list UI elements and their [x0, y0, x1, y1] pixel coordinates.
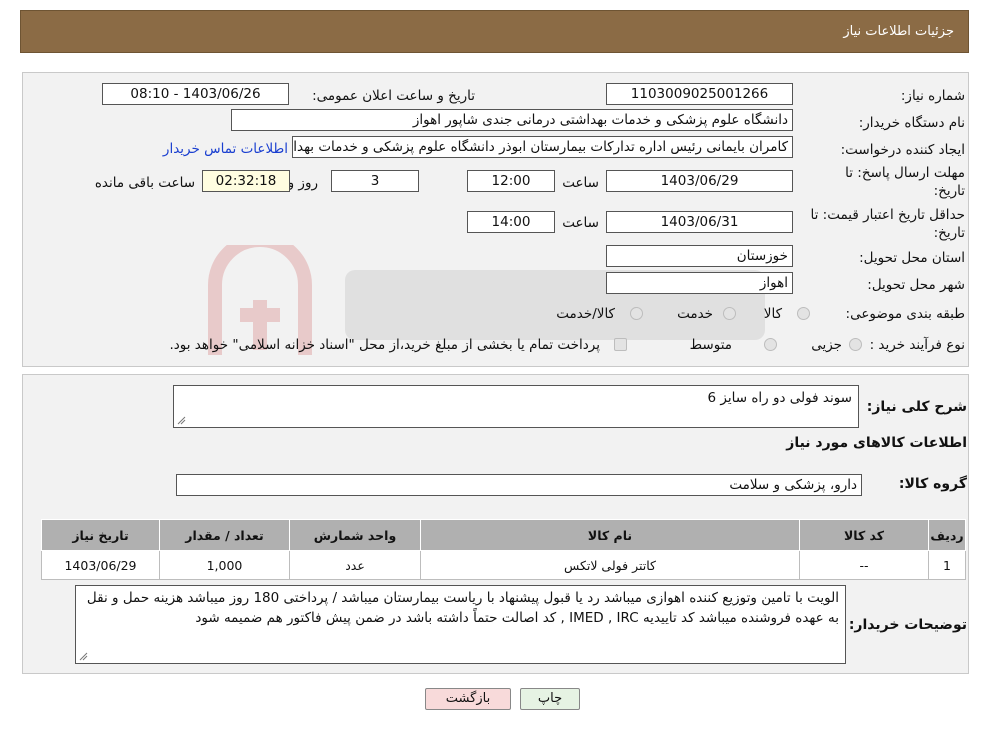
- col-row: ردیف: [928, 519, 966, 551]
- col-code: کد کالا: [799, 519, 929, 551]
- deadline-label: مهلت ارسال پاسخ: تا: [845, 165, 965, 181]
- remaining-time-field: 02:32:18: [202, 170, 290, 192]
- need-number-field: 1103009025001266: [606, 83, 793, 105]
- table-row: 1 -- کاتتر فولی لاتکس عدد 1,000 1403/06/…: [41, 550, 966, 580]
- deadline-date-field: 1403/06/29: [606, 170, 793, 192]
- treasury-checkbox[interactable]: [614, 338, 627, 351]
- resize-grip-icon[interactable]: [177, 416, 186, 425]
- goods-group-field: دارو، پزشکی و سلامت: [176, 474, 862, 496]
- summary-label: شرح کلی نیاز:: [866, 399, 967, 415]
- days-remaining-field: 3: [331, 170, 419, 192]
- page-title: جزئیات اطلاعات نیاز: [843, 24, 954, 39]
- creator-field: کامران بایمانی رئیس اداره تدارکات بیمارس…: [292, 136, 793, 158]
- process-medium-label: متوسط: [689, 337, 732, 353]
- category-goods-service-label: کالا/خدمت: [556, 306, 615, 322]
- cell-name: کاتتر فولی لاتکس: [420, 550, 800, 580]
- process-minor-label: جزیی: [811, 337, 842, 353]
- buyer-contact-link[interactable]: اطلاعات تماس خریدار: [163, 141, 288, 157]
- cell-unit: عدد: [289, 550, 421, 580]
- days-word-label: روز و: [287, 175, 318, 191]
- creator-label: ایجاد کننده درخواست:: [840, 142, 965, 158]
- process-label: نوع فرآیند خرید :: [869, 337, 965, 353]
- resize-grip-icon[interactable]: [79, 652, 88, 661]
- process-note: پرداخت تمام یا بخشی از مبلغ خرید،از محل …: [169, 337, 600, 353]
- col-date: تاریخ نیاز: [41, 519, 160, 551]
- page-header: جزئیات اطلاعات نیاز: [20, 10, 969, 53]
- validity-label-2: تاریخ:: [933, 225, 965, 241]
- province-field: خوزستان: [606, 245, 793, 267]
- city-label: شهر محل تحویل:: [867, 277, 965, 293]
- goods-group-label: گروه کالا:: [898, 476, 967, 492]
- validity-date-field: 1403/06/31: [606, 211, 793, 233]
- category-goods-service-radio[interactable]: [630, 307, 643, 320]
- cell-code: --: [799, 550, 929, 580]
- buyer-notes-field: الویت با تامین وتوزیع کننده اهوازی میباش…: [75, 585, 846, 664]
- validity-label: حداقل تاریخ اعتبار قیمت: تا: [810, 207, 965, 223]
- cell-qty: 1,000: [159, 550, 290, 580]
- need-number-label: شماره نیاز:: [900, 88, 965, 104]
- goods-table: ردیف کد کالا نام کالا واحد شمارش تعداد /…: [41, 519, 966, 580]
- cell-row: 1: [928, 550, 966, 580]
- goods-info-title: اطلاعات کالاهای مورد نیاز: [786, 435, 967, 451]
- cell-date: 1403/06/29: [41, 550, 160, 580]
- deadline-time-label: ساعت: [562, 175, 599, 191]
- buyer-notes-label: توضیحات خریدار:: [848, 617, 967, 633]
- col-name: نام کالا: [420, 519, 800, 551]
- remaining-word-label: ساعت باقی مانده: [94, 175, 195, 191]
- col-qty: تعداد / مقدار: [159, 519, 290, 551]
- category-goods-label: کالا: [763, 306, 782, 322]
- announce-datetime-field: 1403/06/26 - 08:10: [102, 83, 289, 105]
- back-button[interactable]: بازگشت: [425, 688, 511, 710]
- summary-text: سوند فولی دو راه سایز 6: [707, 390, 852, 406]
- summary-field: سوند فولی دو راه سایز 6: [173, 385, 859, 428]
- category-label: طبقه بندی موضوعی:: [845, 306, 965, 322]
- province-label: استان محل تحویل:: [859, 250, 965, 266]
- validity-time-field: 14:00: [467, 211, 555, 233]
- process-minor-radio[interactable]: [849, 338, 862, 351]
- buyer-org-label: نام دستگاه خریدار:: [858, 115, 965, 131]
- col-unit: واحد شمارش: [289, 519, 421, 551]
- print-button[interactable]: چاپ: [520, 688, 580, 710]
- category-service-label: خدمت: [677, 306, 713, 322]
- deadline-time-field: 12:00: [467, 170, 555, 192]
- city-field: اهواز: [606, 272, 793, 294]
- category-goods-radio[interactable]: [797, 307, 810, 320]
- process-medium-radio[interactable]: [764, 338, 777, 351]
- validity-time-label: ساعت: [562, 215, 599, 231]
- buyer-notes-text: الویت با تامین وتوزیع کننده اهوازی میباش…: [86, 590, 839, 626]
- category-service-radio[interactable]: [723, 307, 736, 320]
- buyer-org-field: دانشگاه علوم پزشکی و خدمات بهداشتی درمان…: [231, 109, 793, 131]
- table-header-row: ردیف کد کالا نام کالا واحد شمارش تعداد /…: [41, 519, 966, 551]
- announce-label: تاریخ و ساعت اعلان عمومی:: [312, 88, 475, 104]
- deadline-label-2: تاریخ:: [933, 183, 965, 199]
